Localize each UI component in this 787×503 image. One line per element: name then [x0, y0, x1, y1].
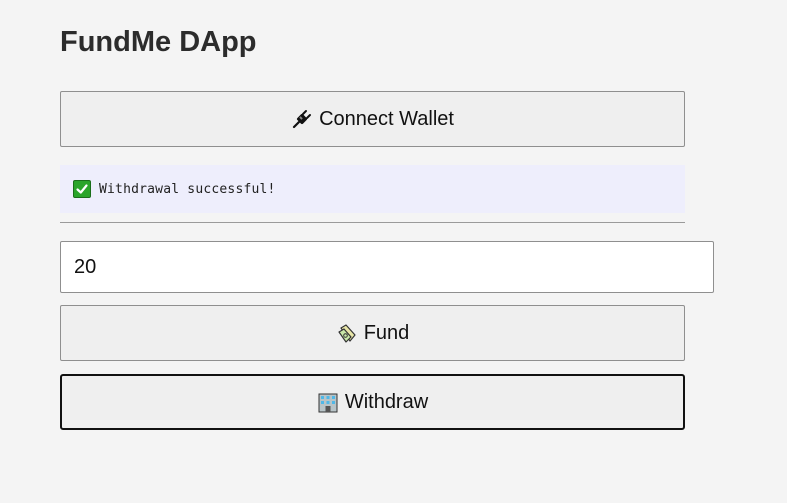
status-message: Withdrawal successful! [60, 165, 685, 213]
status-text: Withdrawal successful! [99, 181, 276, 197]
amount-input[interactable] [60, 241, 714, 293]
money-bag-icon [336, 322, 358, 344]
divider [60, 222, 685, 223]
connect-wallet-button[interactable]: Connect Wallet [60, 91, 685, 147]
check-mark-icon [73, 180, 91, 198]
page-title: FundMe DApp [60, 26, 257, 58]
fundme-app: FundMe DApp Connect Wallet Withdrawal su… [0, 0, 787, 503]
withdraw-button[interactable]: Withdraw [60, 374, 685, 430]
bank-building-icon [317, 391, 339, 413]
connect-wallet-label: Connect Wallet [319, 107, 454, 130]
withdraw-label: Withdraw [344, 390, 429, 413]
fund-button[interactable]: Fund [60, 305, 685, 361]
plug-icon [291, 108, 313, 130]
fund-label: Fund [363, 321, 410, 344]
